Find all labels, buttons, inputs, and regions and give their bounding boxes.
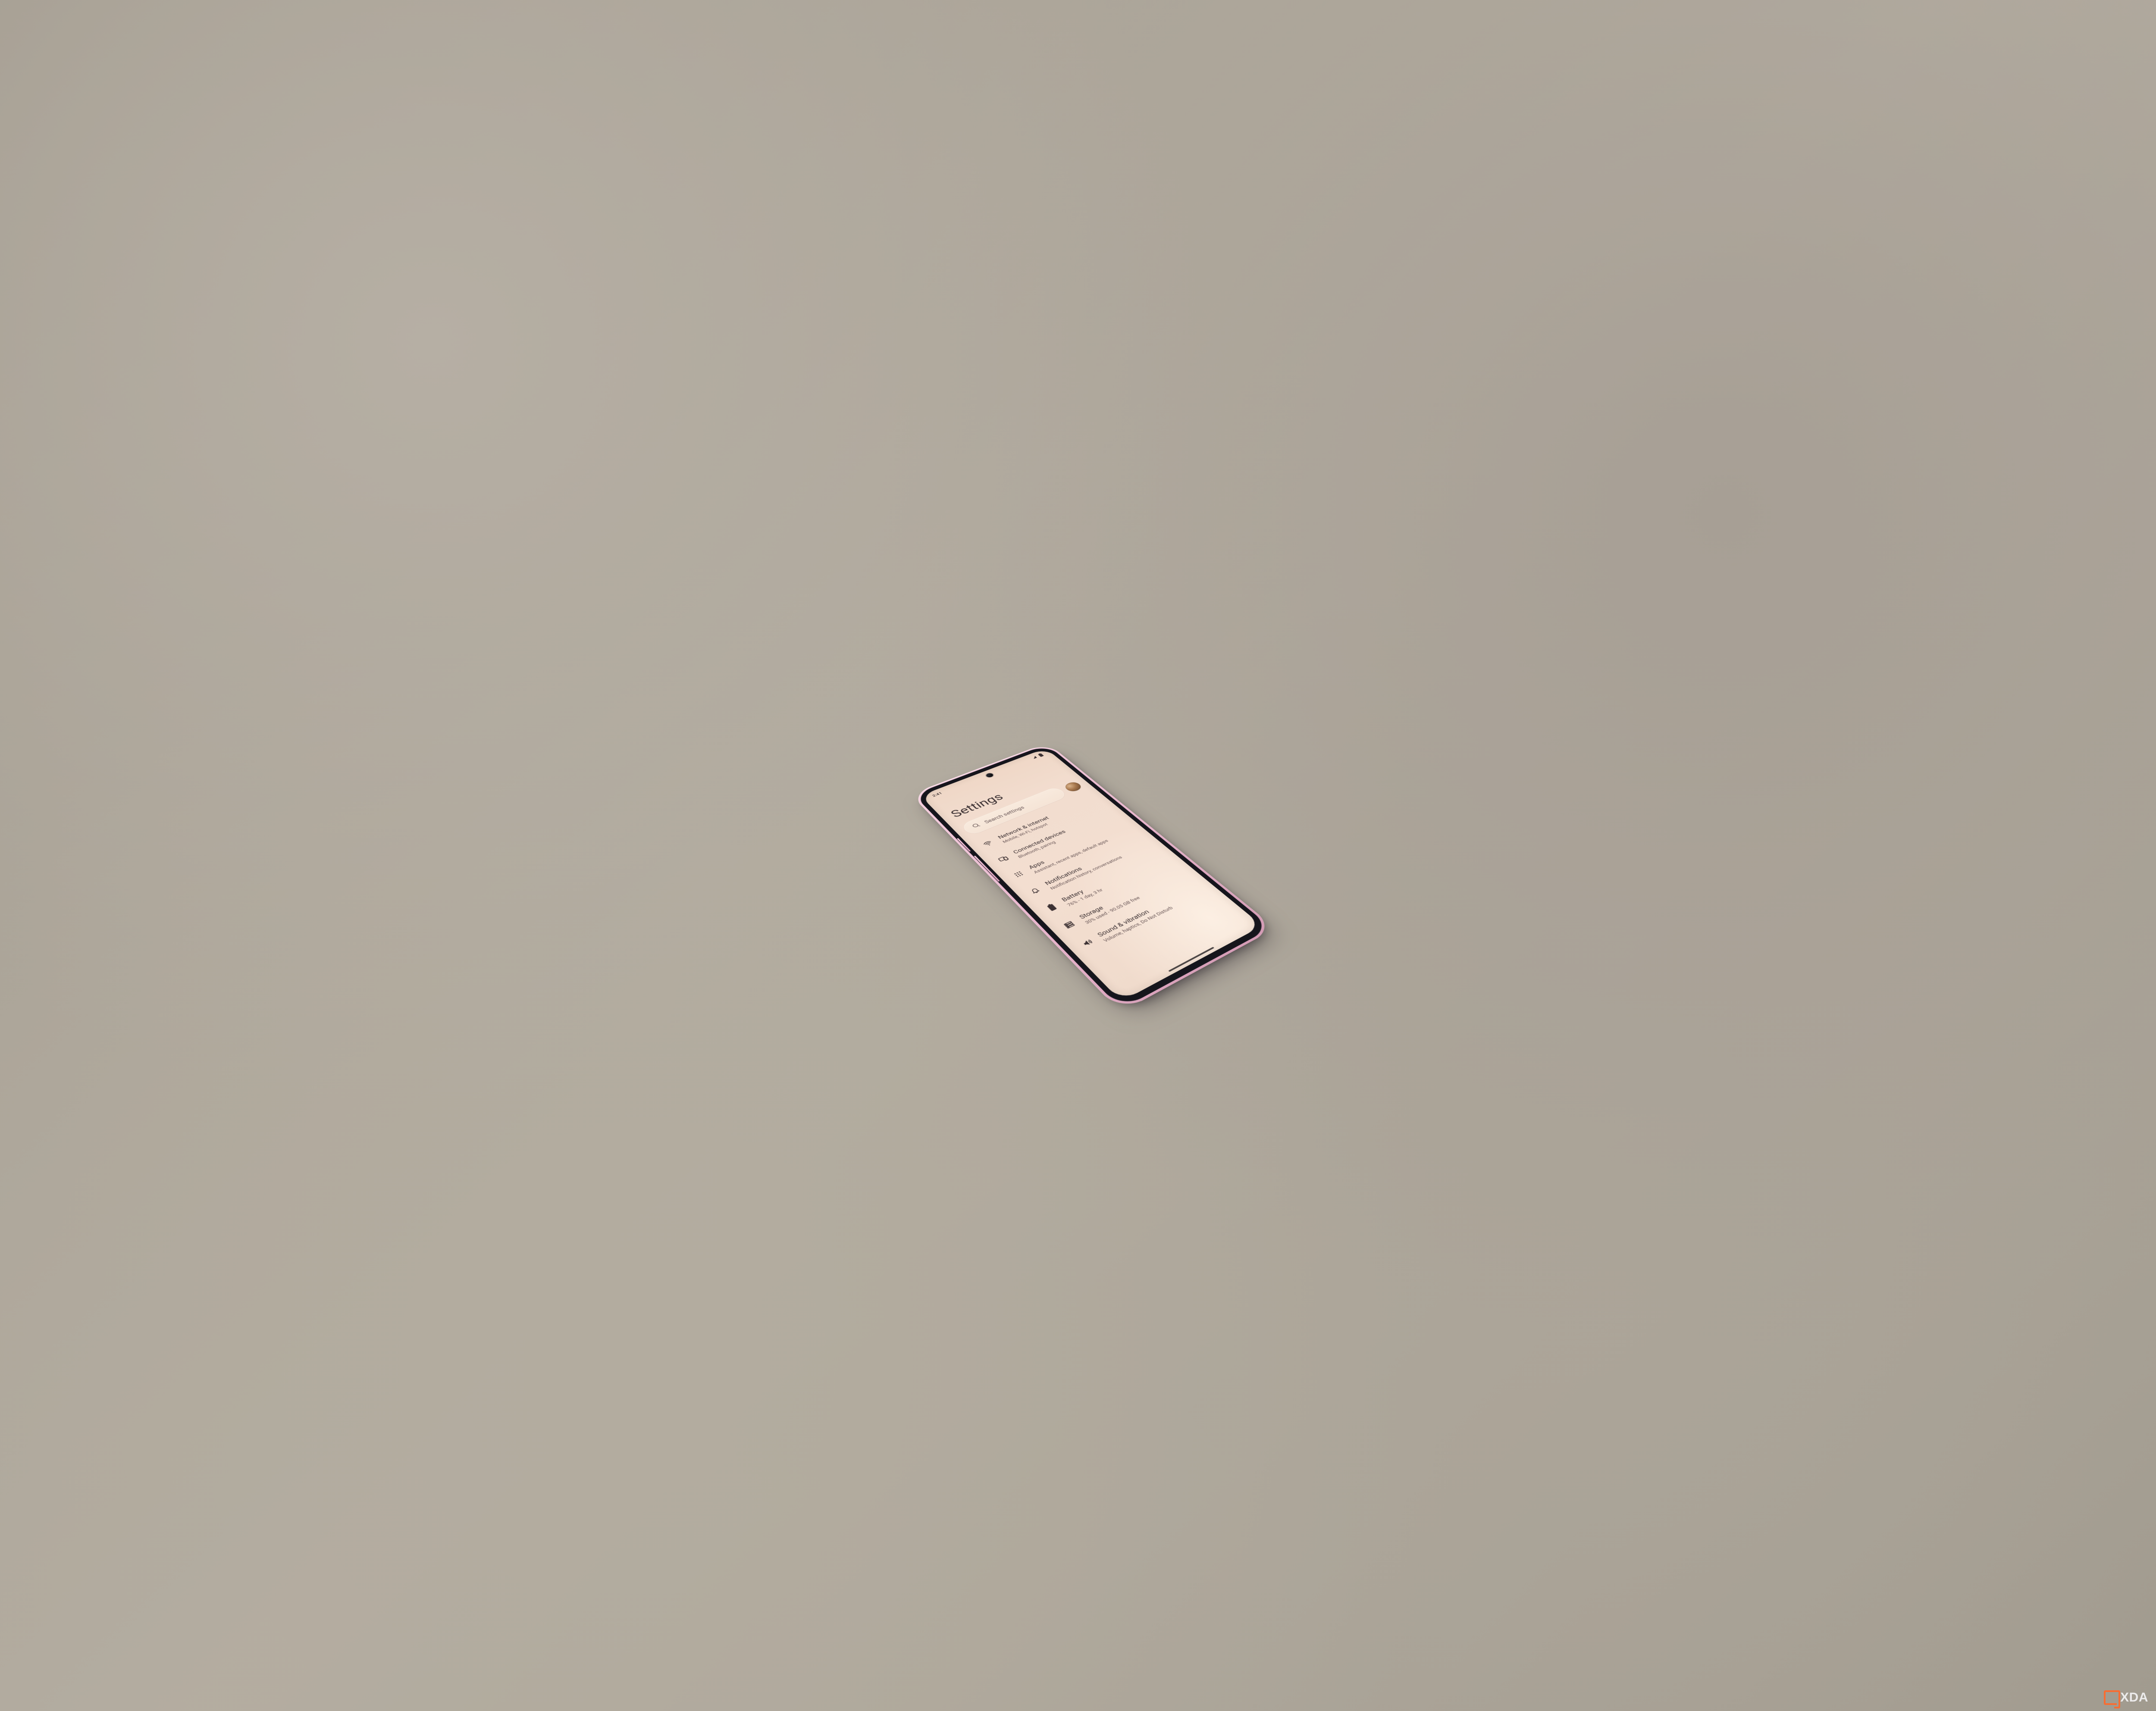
xda-watermark: XDA bbox=[2104, 1690, 2148, 1705]
item-title: Sound & vibration bbox=[1096, 884, 1202, 938]
xda-bracket-icon bbox=[2104, 1690, 2117, 1705]
status-time: 2:41 bbox=[931, 791, 943, 798]
screen: 2:41 Settings bbox=[920, 748, 1262, 1001]
signal-icon bbox=[1031, 755, 1038, 759]
settings-item-sound[interactable]: Sound & vibration Volume, haptics, Do No… bbox=[1073, 879, 1213, 957]
item-title: Battery bbox=[1060, 852, 1164, 903]
settings-item-battery[interactable]: Battery 76% - 1 day, 3 hr bbox=[1038, 848, 1175, 920]
devices-icon bbox=[996, 854, 1010, 863]
scene: 2:41 Settings bbox=[989, 666, 1167, 1046]
gesture-nav-bar[interactable] bbox=[1168, 947, 1214, 972]
battery-icon bbox=[1037, 753, 1044, 757]
settings-content: Settings Search settings bbox=[927, 754, 1262, 1001]
watermark-text: XDA bbox=[2120, 1690, 2148, 1705]
storage-icon bbox=[1061, 919, 1077, 930]
item-subtitle: 30% used - 90.05 GB free bbox=[1084, 873, 1188, 925]
wifi-icon bbox=[981, 839, 995, 848]
profile-avatar[interactable] bbox=[1062, 781, 1083, 793]
battery-icon bbox=[1044, 902, 1059, 912]
settings-item-storage[interactable]: Storage 30% used - 90.05 GB free bbox=[1055, 864, 1194, 938]
item-subtitle: 76% - 1 day, 3 hr bbox=[1066, 857, 1169, 907]
bezel: 2:41 Settings bbox=[913, 744, 1272, 1009]
bell-icon bbox=[1028, 885, 1043, 895]
search-placeholder: Search settings bbox=[983, 805, 1026, 824]
apps-icon bbox=[1011, 869, 1026, 879]
volume-icon bbox=[1079, 937, 1095, 948]
item-title: Storage bbox=[1078, 868, 1183, 920]
search-icon bbox=[970, 822, 982, 829]
phone-frame: 2:41 Settings bbox=[910, 742, 1276, 1012]
item-subtitle: Volume, haptics, Do Not Disturb bbox=[1102, 889, 1207, 944]
